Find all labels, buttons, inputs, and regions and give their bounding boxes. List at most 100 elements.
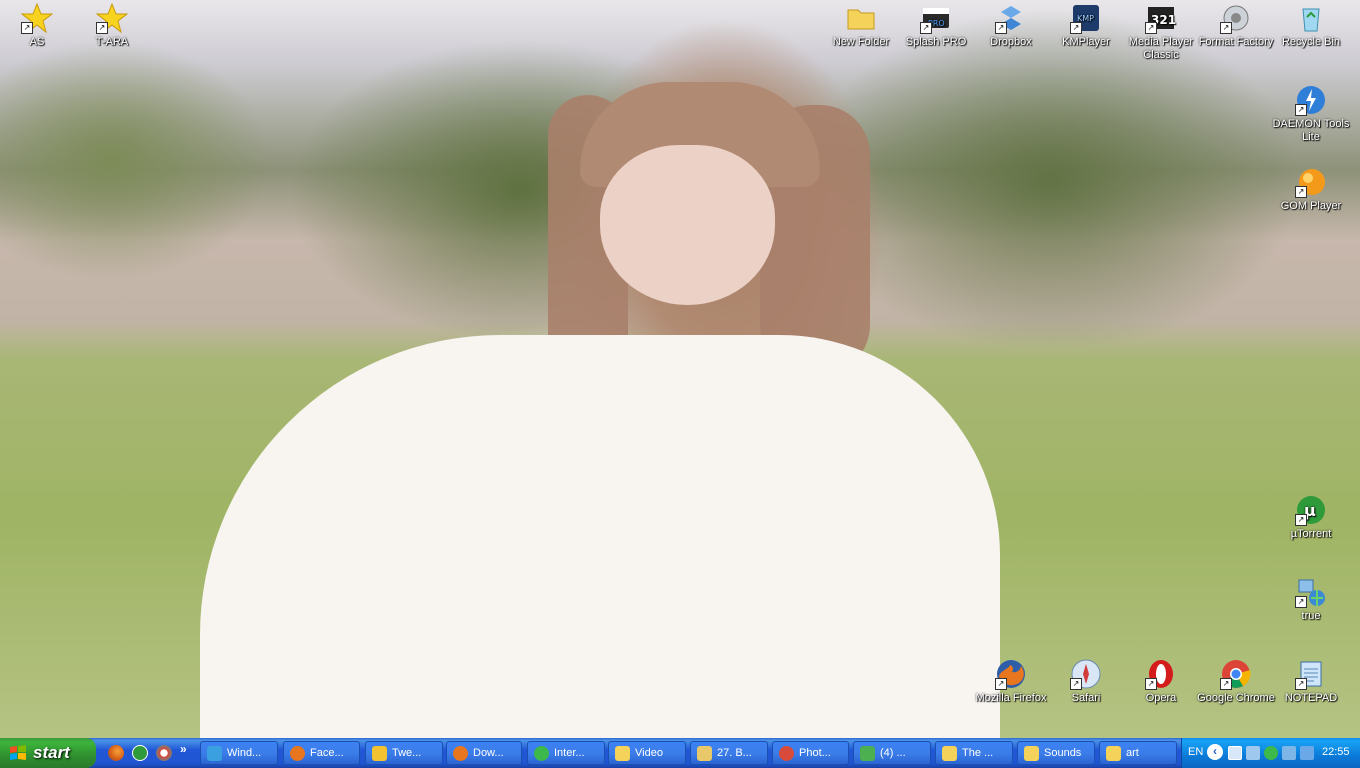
taskbar-button[interactable]: Twe... — [365, 741, 443, 765]
desktop-icon-google-chrome[interactable]: ↗ Google Chrome — [1197, 658, 1275, 705]
quicklaunch-utorrent-icon[interactable] — [132, 745, 148, 761]
taskbar-button[interactable]: Video — [608, 741, 686, 765]
folder-icon — [942, 746, 957, 761]
desktop-icon-label: Dropbox — [990, 36, 1032, 48]
desktop-icon-mozilla-firefox[interactable]: ↗ Mozilla Firefox — [972, 658, 1050, 705]
taskbar-button[interactable]: Dow... — [446, 741, 522, 765]
taskbar-button[interactable]: Face... — [283, 741, 360, 765]
taskbar-button-label: Wind... — [227, 747, 262, 759]
taskbar-button-label: Phot... — [799, 747, 831, 759]
desktop-icon-format-factory[interactable]: ↗ Format Factory — [1197, 2, 1275, 49]
pencil-icon — [697, 746, 712, 761]
format-factory-icon: ↗ — [1220, 2, 1252, 34]
desktop-icon-label: Mozilla Firefox — [975, 692, 1047, 704]
desktop-icon-label: T-ARA — [95, 36, 129, 48]
taskbar-button-label: Inter... — [554, 747, 585, 759]
messenger-icon — [860, 746, 875, 761]
desktop-icon-true[interactable]: ↗ true — [1272, 576, 1350, 623]
desktop-icon-new-folder[interactable]: New Folder — [822, 2, 900, 49]
desktop-icon-daemon-tools[interactable]: ↗ DAEMON Tools Lite — [1272, 84, 1350, 144]
kmplayer-icon: KMP ↗ — [1070, 2, 1102, 34]
taskbar-button-label: Dow... — [473, 747, 504, 759]
start-button[interactable]: start — [0, 738, 96, 768]
taskbar-button-label: Video — [635, 747, 663, 759]
taskbar-button[interactable]: The ... — [935, 741, 1013, 765]
taskbar-button[interactable]: Phot... — [772, 741, 849, 765]
quicklaunch-photoshop-icon[interactable] — [156, 745, 172, 761]
desktop-icon-label: AS — [29, 36, 45, 48]
desktop-icon-notepad[interactable]: ↗ NOTEPAD — [1272, 658, 1350, 705]
star-shortcut-icon: ↗ — [96, 2, 128, 34]
chrome-icon: ↗ — [1220, 658, 1252, 690]
quicklaunch-more-button[interactable]: » — [180, 742, 187, 756]
taskbar-button[interactable]: Wind... — [200, 741, 278, 765]
desktop-icon-safari[interactable]: ↗ Safari — [1047, 658, 1125, 705]
star-shortcut-icon: ↗ — [21, 2, 53, 34]
folder-icon — [845, 2, 877, 34]
firefox-icon — [453, 746, 468, 761]
taskbar-button-label: The ... — [962, 747, 994, 759]
desktop-icon-label: NOTEPAD — [1284, 692, 1338, 704]
desktop-icon-label: Format Factory — [1198, 36, 1274, 48]
folder-icon — [615, 746, 630, 761]
wallpaper-figure-sweater — [200, 335, 1000, 738]
gom-player-icon: ↗ — [1295, 166, 1327, 198]
tweetdeck-icon — [372, 746, 387, 761]
opera-icon: ↗ — [1145, 658, 1177, 690]
taskbar-button[interactable]: 27. B... — [690, 741, 768, 765]
desktop-icon-opera[interactable]: ↗ Opera — [1122, 658, 1200, 705]
desktop-icon-gom-player[interactable]: ↗ GOM Player — [1272, 166, 1350, 213]
taskbar-button[interactable]: Inter... — [527, 741, 605, 765]
desktop-wallpaper — [0, 0, 1360, 738]
desktop-icon-label: Media Player Classic — [1128, 36, 1194, 61]
desktop-icon-label: µTorrent — [1290, 528, 1332, 540]
media-player-classic-icon: 321 ↗ — [1145, 2, 1177, 34]
desktop-icon-label: GOM Player — [1280, 200, 1342, 212]
desktop-icon-label: New Folder — [832, 36, 890, 48]
folder-icon — [1106, 746, 1121, 761]
network-connection-icon[interactable] — [1282, 746, 1296, 760]
start-label: start — [33, 743, 70, 762]
display-icon[interactable] — [1228, 746, 1242, 760]
desktop-icon-label: DAEMON Tools Lite — [1272, 118, 1350, 143]
taskbar-button[interactable]: (4) ... — [853, 741, 931, 765]
desktop-icon-label: KMPlayer — [1062, 36, 1110, 48]
taskbar-button-label: Face... — [310, 747, 344, 759]
desktop-icon-label: true — [1301, 610, 1321, 622]
desktop-icon-label: Safari — [1071, 692, 1101, 704]
desktop-icon-utorrent[interactable]: µ ↗ µTorrent — [1272, 494, 1350, 541]
taskbar-button[interactable]: art — [1099, 741, 1177, 765]
desktop-icon-as[interactable]: ↗ AS — [0, 2, 76, 49]
splash-pro-icon: PRO ↗ — [920, 2, 952, 34]
quicklaunch-firefox-icon[interactable] — [108, 745, 124, 761]
notepad-icon: ↗ — [1295, 658, 1327, 690]
desktop-icon-label: Splash PRO — [905, 36, 967, 48]
firefox-icon — [290, 746, 305, 761]
safari-icon: ↗ — [1070, 658, 1102, 690]
windows-flag-icon — [10, 745, 26, 760]
desktop-icon-label: Google Chrome — [1197, 692, 1275, 704]
desktop-icon-label: Opera — [1145, 692, 1177, 704]
taskbar-button[interactable]: Sounds — [1017, 741, 1095, 765]
desktop-icon-splash-pro[interactable]: PRO ↗ Splash PRO — [897, 2, 975, 49]
desktop-icon-kmplayer[interactable]: KMP ↗ KMPlayer — [1047, 2, 1125, 49]
language-indicator[interactable]: EN — [1188, 746, 1203, 758]
dropbox-tray-icon[interactable] — [1300, 746, 1314, 760]
desktop-icon-dropbox[interactable]: ↗ Dropbox — [972, 2, 1050, 49]
network-shortcut-icon: ↗ — [1295, 576, 1327, 608]
network-status-icon[interactable] — [1246, 746, 1260, 760]
clock[interactable]: 22:55 — [1322, 746, 1350, 758]
folder-icon — [1024, 746, 1039, 761]
taskbar-button-label: Sounds — [1044, 747, 1082, 759]
photoshop-icon — [779, 746, 794, 761]
network-icon — [534, 746, 549, 761]
desktop-icon-recycle-bin[interactable]: Recycle Bin — [1272, 2, 1350, 49]
daemon-tools-icon: ↗ — [1295, 84, 1327, 116]
desktop-icon-media-player-classic[interactable]: 321 ↗ Media Player Classic — [1122, 2, 1200, 62]
desktop-icon-t-ara[interactable]: ↗ T-ARA — [73, 2, 151, 49]
windows-live-icon — [207, 746, 222, 761]
utorrent-tray-icon[interactable] — [1264, 746, 1278, 760]
taskbar-button-label: Twe... — [392, 747, 422, 759]
taskbar: start » Wind... Face... Twe... Dow... In… — [0, 738, 1360, 768]
show-hidden-icons-button[interactable]: ‹ — [1207, 744, 1223, 760]
